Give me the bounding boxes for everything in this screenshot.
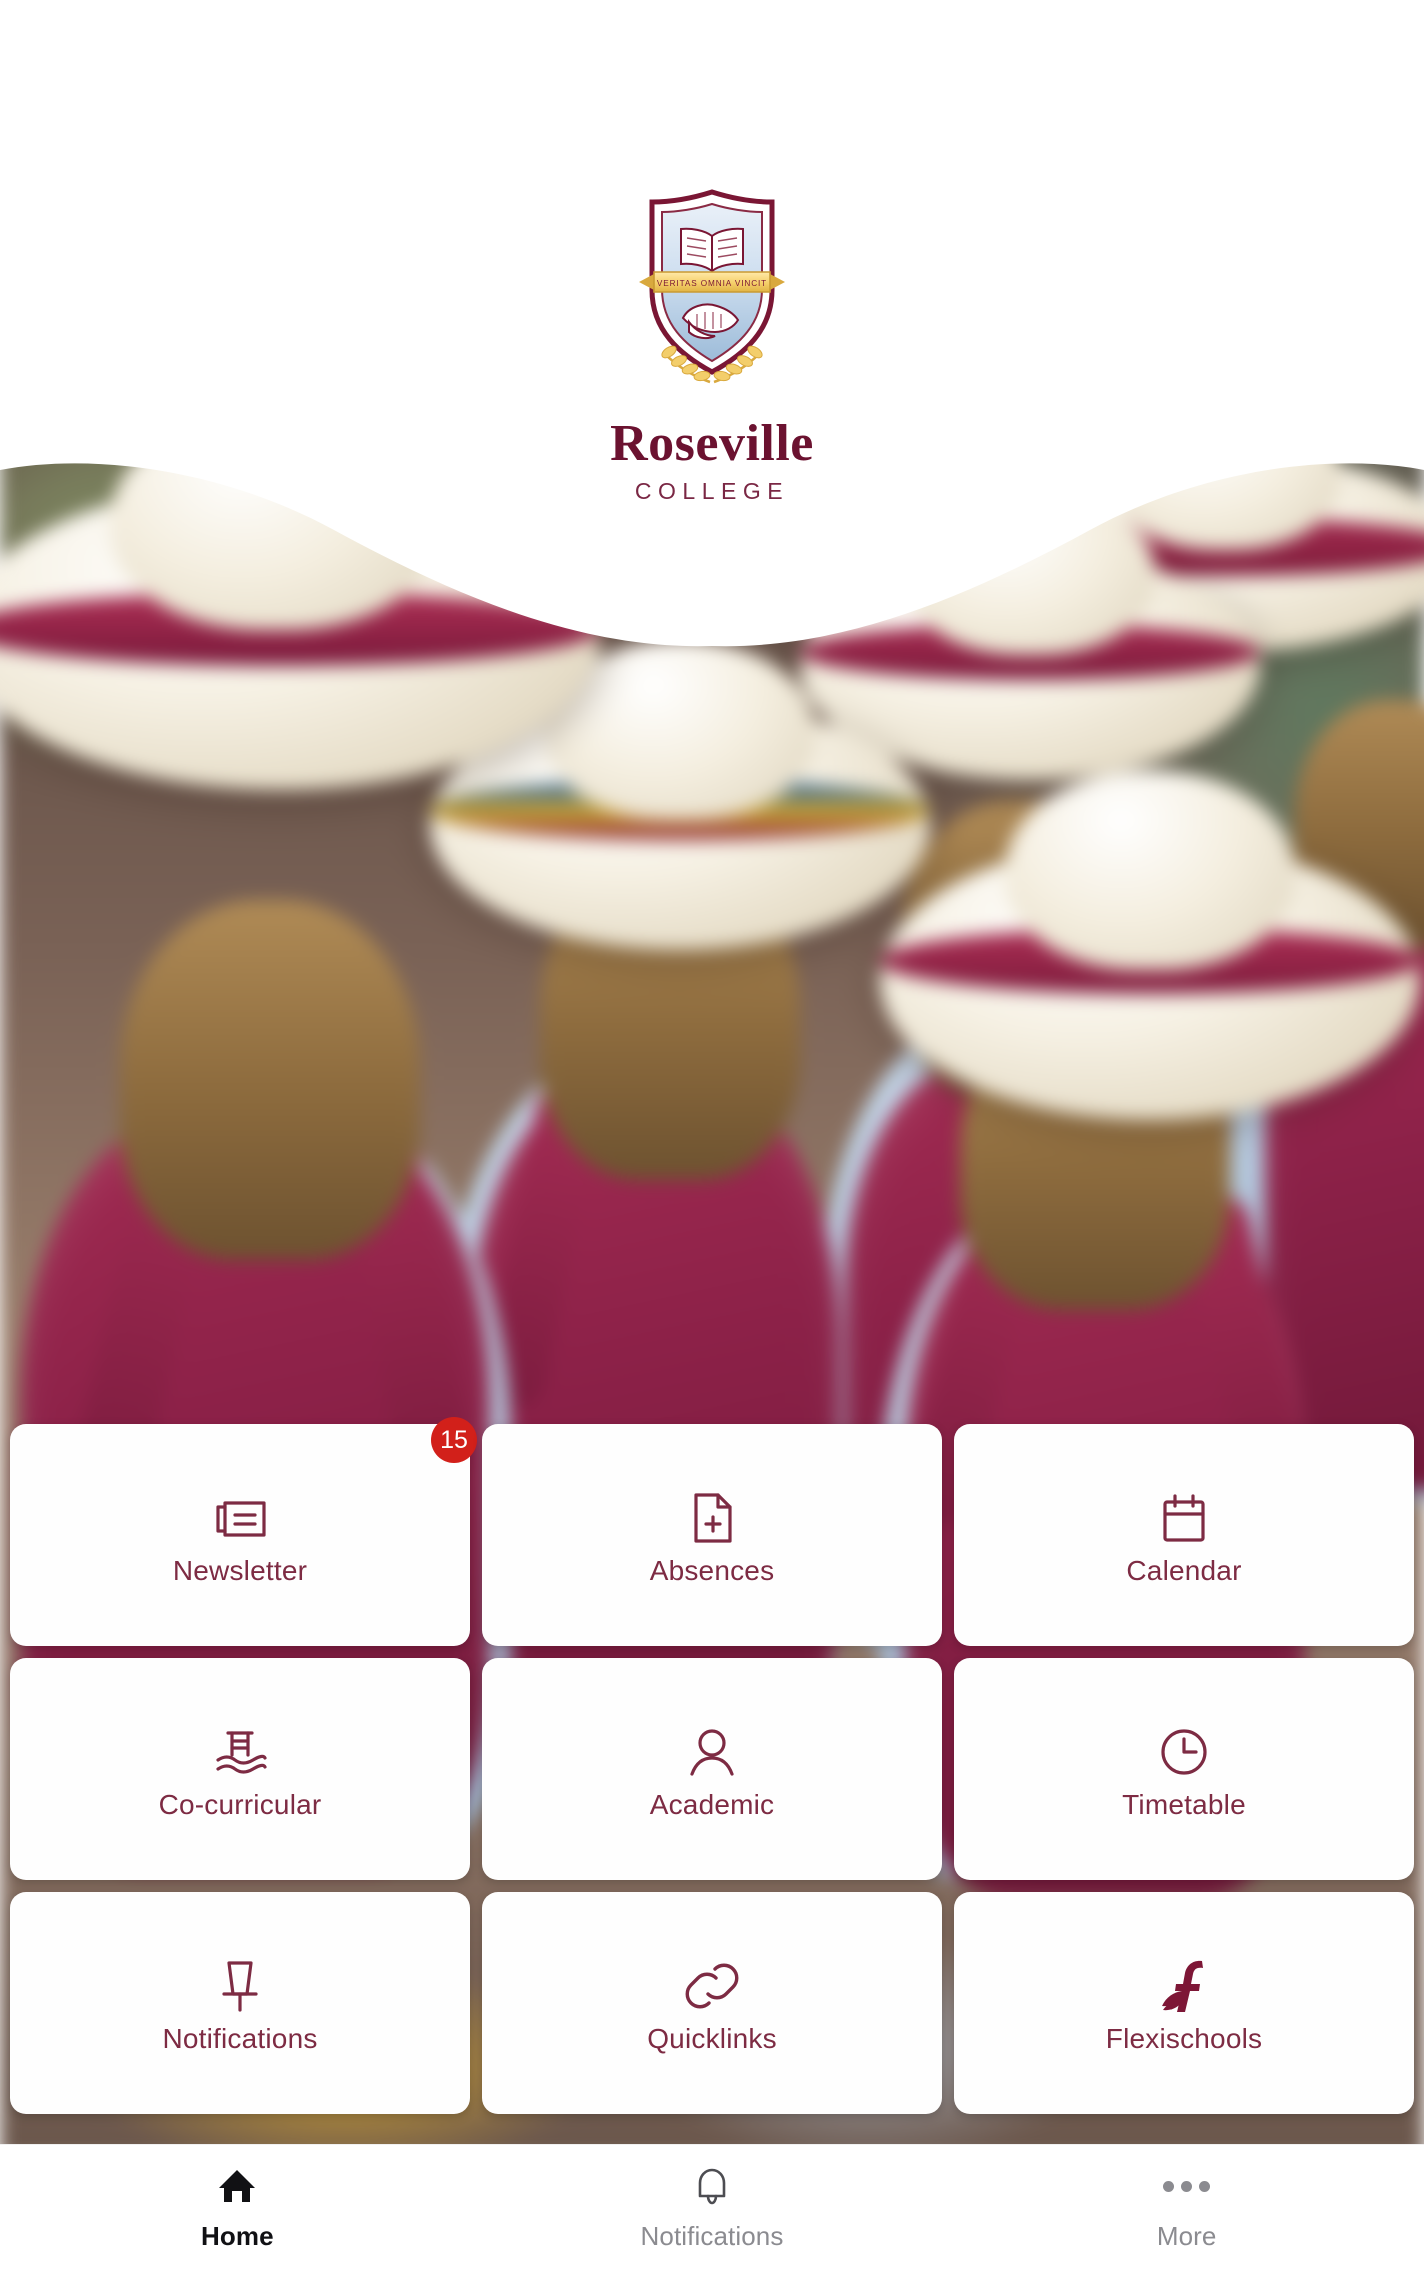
calendar-icon — [1153, 1487, 1215, 1549]
tile-timetable[interactable]: Timetable — [954, 1658, 1414, 1880]
tab-label: More — [1156, 2221, 1217, 2251]
school-subtitle: COLLEGE — [634, 478, 790, 504]
clock-icon — [1153, 1721, 1215, 1783]
tile-label: Calendar — [1126, 1555, 1242, 1586]
newspaper-icon — [209, 1487, 271, 1549]
tile-label: Notifications — [162, 2023, 318, 2054]
mobile-app-screen: VERITAS OMNIA VINCIT Roseville COLLEGE N… — [0, 0, 1424, 2276]
school-crest-shield-icon: VERITAS OMNIA VINCIT — [639, 189, 785, 384]
tab-more[interactable]: More — [949, 2145, 1424, 2276]
tile-absences[interactable]: Absences — [482, 1424, 942, 1646]
tile-label: Quicklinks — [647, 2023, 777, 2054]
tab-notifications[interactable]: Notifications — [475, 2145, 950, 2276]
tile-label: Co-curricular — [158, 1789, 322, 1820]
bell-icon — [693, 2163, 731, 2209]
tile-newsletter[interactable]: Newsletter 15 — [10, 1417, 477, 1646]
tile-calendar[interactable]: Calendar — [954, 1424, 1414, 1646]
pushpin-icon — [209, 1955, 271, 2017]
file-plus-icon — [681, 1487, 743, 1549]
bottom-navigation-bar: Home Notifications More — [0, 2144, 1424, 2276]
tile-notifications[interactable]: Notifications — [10, 1892, 470, 2114]
school-branding: VERITAS OMNIA VINCIT Roseville COLLEGE — [0, 0, 1424, 503]
pool-ladder-icon — [209, 1721, 271, 1783]
feature-tile-grid: Newsletter 15 Absences Calendar Co-curri… — [10, 1417, 1414, 2114]
school-name: Roseville — [610, 415, 814, 472]
ellipsis-more-icon — [1163, 2163, 1211, 2209]
tile-label: Flexischools — [1105, 2023, 1263, 2054]
tile-quicklinks[interactable]: Quicklinks — [482, 1892, 942, 2114]
crest-motto-text: VERITAS OMNIA VINCIT — [657, 279, 767, 288]
status-badge: 15 — [431, 1417, 477, 1463]
tab-home[interactable]: Home — [0, 2145, 475, 2276]
tab-label: Home — [201, 2221, 274, 2251]
flexischools-f-logo-icon — [1153, 1955, 1215, 2017]
tile-label: Academic — [649, 1789, 775, 1820]
ellipsis-dots — [1163, 2163, 1211, 2209]
home-icon — [217, 2163, 257, 2209]
person-icon — [681, 1721, 743, 1783]
tile-label: Absences — [649, 1555, 775, 1586]
chain-link-icon — [681, 1955, 743, 2017]
tile-co-curricular[interactable]: Co-curricular — [10, 1658, 470, 1880]
tile-academic[interactable]: Academic — [482, 1658, 942, 1880]
tile-label: Newsletter — [172, 1555, 308, 1586]
tile-flexischools[interactable]: Flexischools — [954, 1892, 1414, 2114]
tab-label: Notifications — [640, 2221, 784, 2251]
tile-label: Timetable — [1122, 1789, 1246, 1820]
